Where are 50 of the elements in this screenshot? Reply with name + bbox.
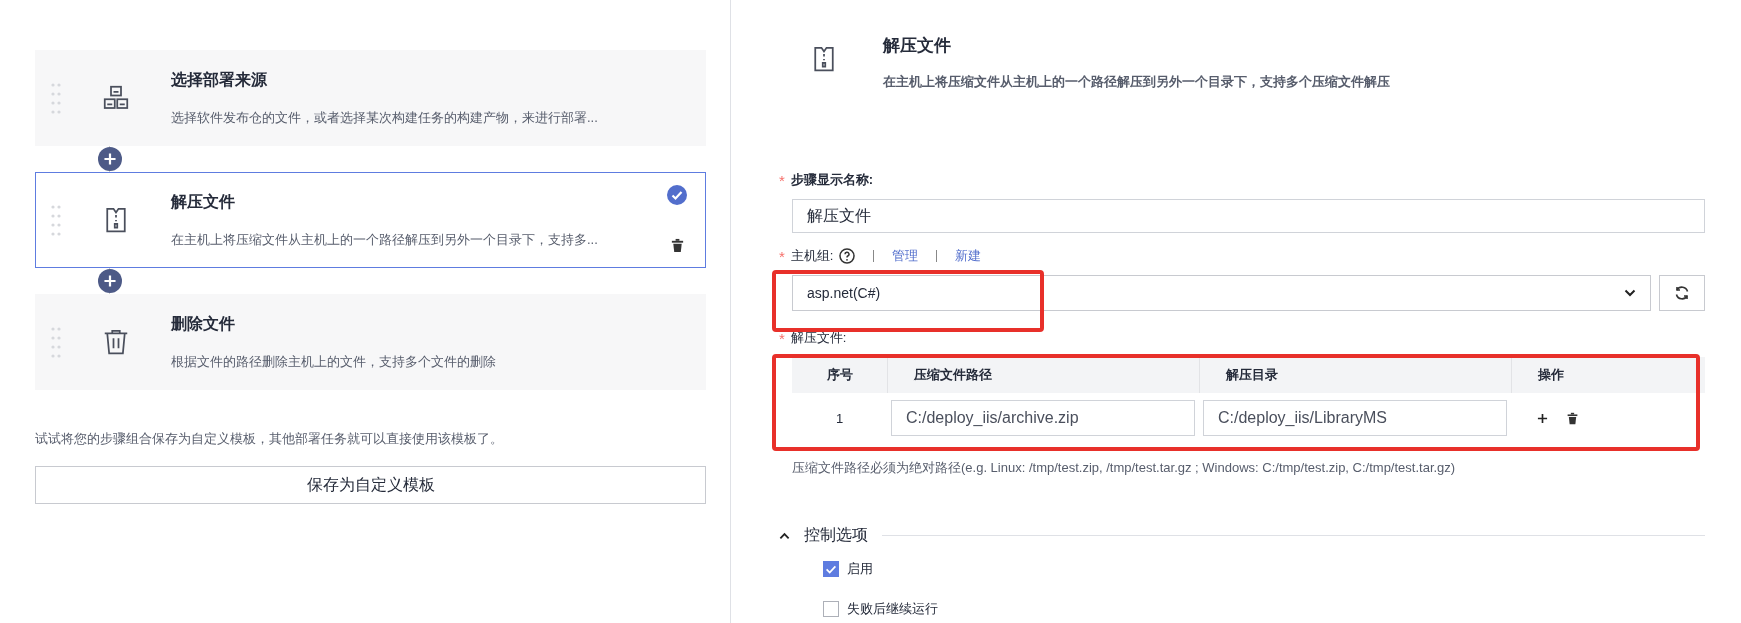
host-group-select[interactable]: asp.net(C#) — [792, 275, 1651, 311]
section-title: 控制选项 — [804, 525, 868, 545]
drag-handle-icon — [51, 326, 61, 358]
checkbox[interactable] — [823, 561, 839, 577]
step-title: 解压文件 — [883, 35, 952, 57]
checkbox[interactable] — [823, 601, 839, 617]
step-title: 选择部署来源 — [171, 69, 267, 90]
column-header: 操作 — [1511, 357, 1705, 393]
template-hint: 试试将您的步骤组合保存为自定义模板，其他部署任务就可以直接使用该模板了。 — [35, 430, 504, 448]
caret-icon — [1624, 289, 1636, 297]
check-circle-icon — [667, 185, 687, 205]
step-card[interactable]: 删除文件 根据文件的路径删除主机上的文件，支持多个文件的删除 — [35, 294, 706, 390]
checkbox-label: 启用 — [847, 560, 873, 578]
checkbox-label: 失败后继续运行 — [847, 600, 938, 618]
column-header: 解压目录 — [1199, 357, 1511, 393]
column-header: 压缩文件路径 — [887, 357, 1199, 393]
collapse-icon[interactable] — [779, 531, 790, 540]
save-template-button[interactable]: 保存为自定义模板 — [35, 466, 706, 504]
delete-icon[interactable] — [1566, 411, 1579, 425]
add-step-icon[interactable] — [98, 269, 122, 293]
add-step-icon[interactable] — [98, 147, 122, 171]
link[interactable]: 新建 — [955, 247, 982, 265]
field-label: 主机组: — [790, 247, 834, 265]
target-directory-field[interactable]: C:/deploy_iis/LibraryMS — [1203, 400, 1507, 436]
step-title: 解压文件 — [171, 191, 235, 212]
refresh-icon — [1674, 285, 1690, 301]
help-icon[interactable] — [839, 248, 856, 264]
step-name-field[interactable]: 解压文件 — [792, 199, 1705, 233]
step-card[interactable]: 选择部署来源 选择软件发布仓的文件，或者选择某次构建任务的构建产物，来进行部署... — [35, 50, 706, 146]
table-cell-text: 1 — [834, 410, 845, 426]
required-mark: * — [779, 247, 785, 265]
required-mark: * — [779, 171, 785, 189]
step-description: 在主机上将压缩文件从主机上的一个路径解压到另外一个目录下，支持多... — [171, 230, 598, 249]
drag-handle-icon — [51, 82, 61, 114]
add-icon[interactable] — [1537, 412, 1548, 424]
archive-path-field[interactable]: C:/deploy_iis/archive.zip — [891, 400, 1195, 436]
field-label: 步骤显示名称: — [790, 171, 874, 189]
path-hint: 压缩文件路径必须为绝对路径(e.g. Linux: /tmp/test.zip, /tmp/test.tar.gz ; Windows: C:/tmp/test.zip, C:/tmp/test.tar.gz) — [792, 459, 1457, 477]
drag-handle-icon — [51, 204, 61, 236]
step-description: 选择软件发布仓的文件，或者选择某次构建任务的构建产物，来进行部署... — [171, 108, 598, 127]
refresh-button[interactable] — [1659, 275, 1705, 311]
field-label: 解压文件: — [790, 329, 847, 347]
step-title: 删除文件 — [171, 313, 235, 334]
required-mark: * — [779, 329, 785, 347]
step-card[interactable]: 解压文件 在主机上将压缩文件从主机上的一个路径解压到另外一个目录下，支持多... — [35, 172, 706, 268]
column-header: 序号 — [825, 366, 854, 384]
step-description: 根据文件的路径删除主机上的文件，支持多个文件的删除 — [171, 352, 496, 371]
link[interactable]: 管理 — [892, 247, 919, 265]
step-description: 在主机上将压缩文件从主机上的一个路径解压到另外一个目录下，支持多个压缩文件解压 — [883, 73, 1390, 91]
delete-icon[interactable] — [669, 238, 685, 253]
